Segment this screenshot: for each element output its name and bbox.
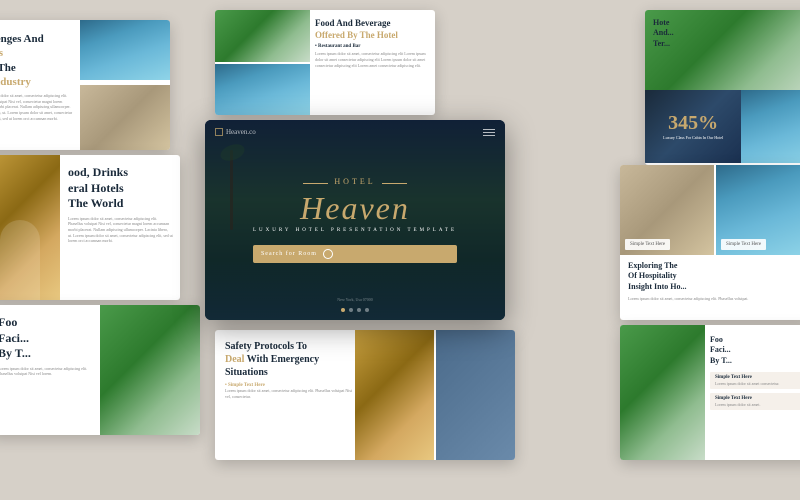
hotel-title: Heaven [253,192,457,224]
slide-tc-heading: Food And Beverage Offered By The Hotel [315,18,426,41]
slide-tc-bullet1: • Restaurant and Bar [315,44,426,49]
slide-tl-image-bottom [80,85,170,150]
slide-br-text-area: FooFaci...By T... Simple Text Here Lorem… [710,335,800,414]
slide-tc-body1: Lorem ipsum dolor sit amet, consectetur … [315,51,426,68]
slide-ml-heading: ood, Drinks eral Hotels The World [68,165,173,212]
slide-tr-stats: 345% Luxury Class For Cabin In Our Hotel [645,90,741,163]
slide-br-block2: Simple Text Here Lorem ipsum dolor sit a… [710,393,800,410]
hotel-label: HOTEL [334,177,375,186]
slide-bot-center: Safety Protocols To Deal With Emergency … [215,330,515,460]
search-bar-label: Search for Room [261,251,317,257]
slide-tr-number: 345% [668,112,718,135]
slide-bl-image [100,305,200,435]
dot-3[interactable] [357,308,361,312]
slide-bc-img2 [436,330,515,460]
slide-br-block1: Simple Text Here Lorem ipsum dolor sit a… [710,372,800,389]
dot-4[interactable] [365,308,369,312]
slide-top-center: Food And Beverage Offered By The Hotel •… [215,10,435,115]
slide-tr-pool-image [741,90,800,163]
search-icon [323,249,333,259]
slide-mr-img1: Simple Text Here [620,165,714,255]
slide-tr-number-label: Luxury Class For Cabin In Our Hotel [663,135,723,140]
slide-bc-body: Lorem ipsum dolor sit amet, consectetur … [225,388,355,399]
slide-tc-img1 [215,10,310,62]
dot-2[interactable] [349,308,353,312]
slide-top-right: HoteAnd...Ter... 345% Luxury Class For C… [645,10,800,165]
slide-mr-img2: Simple Text Here [716,165,800,255]
slide-tr-top-image: HoteAnd...Ter... [645,10,800,90]
slide-bot-right: FooFaci...By T... Simple Text Here Lorem… [620,325,800,460]
slide-tr-text: HoteAnd...Ter... [653,18,674,49]
slide-mr-badge2: Simple Text Here [721,239,766,250]
slide-top-left: hallenges And ilities For The ty Industr… [0,20,170,150]
slide-br-label1: Simple Text Here [715,375,800,380]
slide-mid-left: ood, Drinks eral Hotels The World Lorem … [0,155,180,300]
slide-ml-image [0,155,60,300]
slide-br-label2: Simple Text Here [715,396,800,401]
slide-ml-text-area: ood, Drinks eral Hotels The World Lorem … [68,165,173,244]
slide-ml-body: Lorem ipsum dolor sit amet, consectetur … [68,216,173,244]
dot-1[interactable] [341,308,345,312]
slide-bc-img1 [355,330,434,460]
slide-tc-text-area: Food And Beverage Offered By The Hotel •… [315,18,430,72]
hotel-subtitle: LUXURY HOTEL PRESENTATION TEMPLATE [253,228,457,233]
slide-tc-images [215,10,310,115]
slide-mr-text-area: Exploring TheOf HospitalityInsight Into … [620,255,800,308]
hamburger-menu[interactable] [483,129,495,136]
slide-tl-heading: hallenges And ilities For The ty Industr… [0,32,78,89]
slide-tc-img2 [215,64,310,116]
slide-tr-bottom: 345% Luxury Class For Cabin In Our Hotel [645,90,800,163]
search-bar[interactable]: Search for Room [253,245,457,263]
logo-icon [215,128,223,136]
slide-tl-text-area: hallenges And ilities For The ty Industr… [0,32,78,121]
hotel-label-line: HOTEL [253,177,457,190]
slide-dots [341,308,369,312]
slide-bl-text-area: Foo Faci... By T... Lorem ipsum dolor si… [0,315,98,377]
slide-br-image [620,325,705,460]
slide-mr-images: Simple Text Here Simple Text Here [620,165,800,255]
slide-tl-body: Lorem ipsum dolor sit amet, consectetur … [0,93,78,121]
slide-main[interactable]: Heaven.co HOTEL Heaven LUXURY HOTEL PRES… [205,120,505,320]
slide-mr-badge1: Simple Text Here [625,239,670,250]
slide-bc-text-area: Safety Protocols To Deal With Emergency … [225,340,355,399]
hamburger-line3 [483,135,495,136]
slide-mr-body: Lorem ipsum dolor sit amet, consectetur … [628,296,800,302]
slide-bl-body: Lorem ipsum dolor sit amet, consectetur … [0,366,98,377]
slide-bot-left: Foo Faci... By T... Lorem ipsum dolor si… [0,305,200,435]
main-footer: New York, Usa 07000 [337,297,372,302]
slide-mid-right: Simple Text Here Simple Text Here Explor… [620,165,800,320]
slide-bc-heading: Safety Protocols To Deal With Emergency … [225,340,355,379]
slide-tl-image-top [80,20,170,80]
main-logo-bar: Heaven.co [215,128,495,136]
slide-mr-heading: Exploring TheOf HospitalityInsight Into … [628,261,800,292]
main-content: HOTEL Heaven LUXURY HOTEL PRESENTATION T… [253,177,457,263]
slide-grid: hallenges And ilities For The ty Industr… [0,0,800,500]
figure-silhouette [0,220,40,300]
hamburger-line1 [483,129,495,130]
slide-bl-heading: Foo Faci... By T... [0,315,98,362]
main-logo: Heaven.co [215,128,256,136]
slide-bc-images [355,330,515,460]
slide-br-heading: FooFaci...By T... [710,335,800,366]
hamburger-line2 [483,132,495,133]
slide-tr-title: HoteAnd...Ter... [653,18,674,49]
